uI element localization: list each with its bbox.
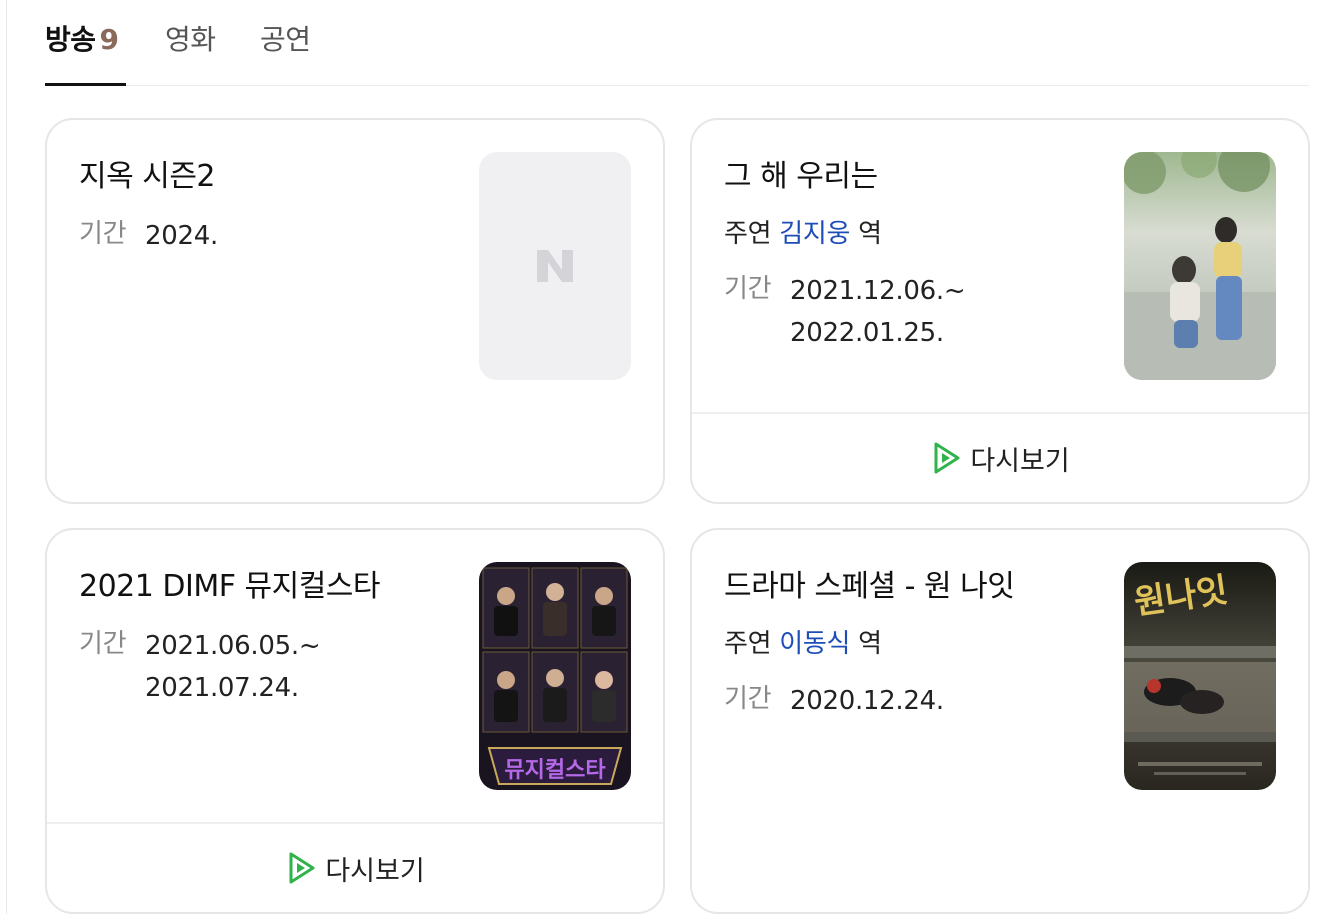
period-label: 기간 [724,684,772,714]
tab-performance[interactable]: 공연 [260,20,311,60]
period-label: 기간 [79,219,127,249]
poster-placeholder[interactable] [479,152,631,380]
naver-n-placeholder-icon [537,250,573,282]
active-tab-indicator [45,83,126,86]
period-row: 기간 2020.12.24. [724,680,944,722]
tab-performance-label: 공연 [260,23,311,56]
cast-suffix: 역 [858,629,882,659]
left-divider [6,0,7,914]
cast-row: 주연 이동식 역 [724,625,882,663]
card-title[interactable]: 지옥 시즌2 [79,156,216,198]
period-row: 기간 2024. [79,215,218,257]
cast-suffix: 역 [858,219,882,249]
tab-broadcast-label: 방송 [45,23,96,56]
filmography-card[interactable]: 지옥 시즌2 기간 2024. [45,118,665,504]
filmography-card[interactable]: 2021 DIMF 뮤지컬스타 기간 2021.06.05.~ 2021.07.24… [45,528,665,914]
card-title[interactable]: 2021 DIMF 뮤지컬스타 [79,566,381,608]
period-row: 기간 2021.06.05.~ 2021.07.24. [79,625,321,709]
period-line: 2021.07.24. [145,673,299,703]
period-line: 2024. [145,221,218,251]
replay-button[interactable]: 다시보기 [47,822,663,912]
play-circle-icon [289,852,315,884]
period-label: 기간 [724,274,772,304]
period-line: 2022.01.25. [790,318,944,348]
poster-image[interactable] [1124,152,1276,380]
tab-movie[interactable]: 영화 [165,20,216,60]
replay-label: 다시보기 [970,445,1070,477]
cast-name-link[interactable]: 이동식 [779,629,850,659]
replay-button[interactable]: 다시보기 [692,412,1308,502]
cast-row: 주연 김지웅 역 [724,215,882,253]
replay-label: 다시보기 [325,855,425,887]
cast-prefix: 주연 [724,219,772,249]
poster-image-art: 원나잇 [1124,562,1276,790]
poster-image-art [1124,152,1276,380]
period-line: 2021.12.06.~ [790,276,966,306]
period-value: 2021.06.05.~ 2021.07.24. [145,625,321,709]
period-value: 2021.12.06.~ 2022.01.25. [790,270,966,354]
tab-broadcast[interactable]: 방송 9 [45,20,119,60]
period-row: 기간 2021.12.06.~ 2022.01.25. [724,270,966,354]
poster-title-text: 뮤지컬스타 [504,758,606,783]
period-line: 2021.06.05.~ [145,631,321,661]
play-circle-icon [934,442,960,474]
period-label: 기간 [79,629,127,659]
poster-image[interactable]: 뮤지컬스타 [479,562,631,790]
cast-prefix: 주연 [724,629,772,659]
period-value: 2024. [145,215,218,257]
cast-name-link[interactable]: 김지웅 [779,219,850,249]
period-value: 2020.12.24. [790,680,944,722]
filmography-card[interactable]: 드라마 스페셜 - 원 나잇 주연 이동식 역 기간 2020.12.24. 원나… [690,528,1310,914]
poster-image-art: 뮤지컬스타 [479,562,631,790]
card-title[interactable]: 그 해 우리는 [724,156,878,198]
poster-image[interactable]: 원나잇 [1124,562,1276,790]
tab-movie-label: 영화 [165,23,216,56]
period-line: 2020.12.24. [790,686,944,716]
card-title[interactable]: 드라마 스페셜 - 원 나잇 [724,566,1015,608]
tab-broadcast-count: 9 [99,23,119,56]
filmography-card[interactable]: 그 해 우리는 주연 김지웅 역 기간 2021.12.06.~ 2022.01.2… [690,118,1310,504]
category-tabs: 방송 9 영화 공연 [45,0,1309,86]
